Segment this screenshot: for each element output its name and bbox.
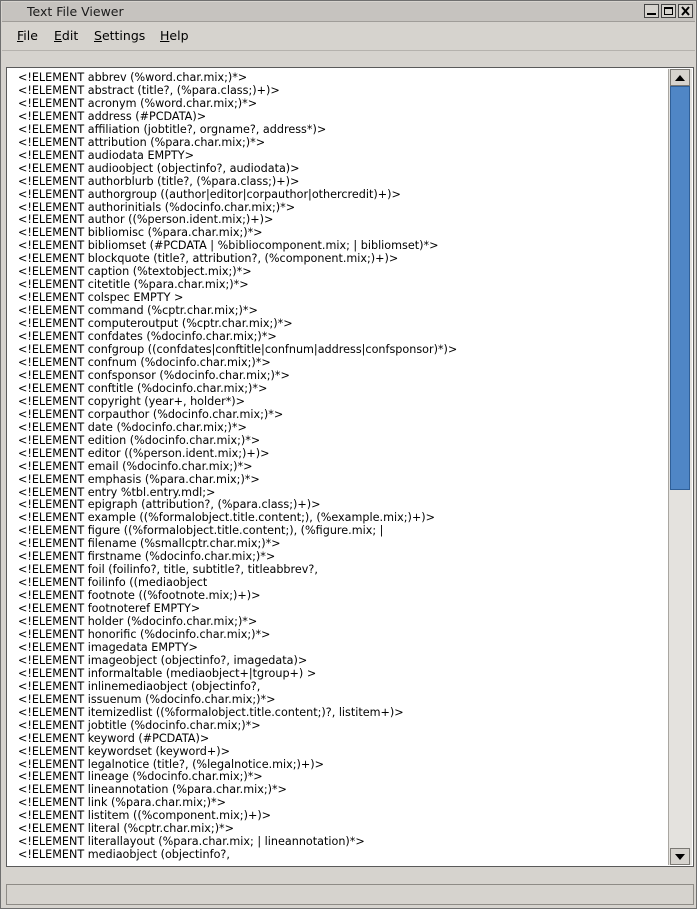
title-bar[interactable]: Text File Viewer (2, 2, 695, 22)
maximize-icon (664, 7, 673, 15)
menu-edit[interactable]: Edit (54, 28, 78, 43)
text-line: <!ELEMENT informaltable (mediaobject+|tg… (18, 666, 317, 680)
text-line: <!ELEMENT mediaobject (objectinfo?, (18, 848, 230, 862)
text-line: <!ELEMENT date (%docinfo.char.mix;)*> (18, 420, 247, 434)
text-line: <!ELEMENT imagedata EMPTY> (18, 640, 198, 654)
text-line: <!ELEMENT corpauthor (%docinfo.char.mix;… (18, 407, 284, 421)
text-line: <!ELEMENT keyword (#PCDATA)> (18, 731, 210, 745)
text-line: <!ELEMENT address (#PCDATA)> (18, 109, 207, 123)
text-line: <!ELEMENT authorblurb (title?, (%para.cl… (18, 174, 300, 188)
text-line: <!ELEMENT itemizedlist ((%formalobject.t… (18, 705, 404, 719)
text-line: <!ELEMENT emphasis (%para.char.mix;)*> (18, 472, 260, 486)
text-content-area[interactable]: <!ELEMENT abbrev (%word.char.mix;)*> <!EL… (8, 69, 668, 865)
menu-bar: File Edit Settings Help (2, 22, 695, 51)
text-line: <!ELEMENT inlinemediaobject (objectinfo?… (18, 679, 261, 693)
text-view: <!ELEMENT abbrev (%word.char.mix;)*> <!EL… (6, 67, 694, 867)
minimize-icon (647, 13, 656, 15)
text-line: <!ELEMENT email (%docinfo.char.mix;)*> (18, 459, 253, 473)
text-line: <!ELEMENT affiliation (jobtitle?, orgnam… (18, 122, 327, 136)
close-icon (681, 6, 690, 16)
text-line: <!ELEMENT jobtitle (%docinfo.char.mix;)*… (18, 718, 261, 732)
maximize-button[interactable] (661, 4, 676, 18)
text-line: <!ELEMENT acronym (%word.char.mix;)*> (18, 96, 258, 110)
text-lines: <!ELEMENT abbrev (%word.char.mix;)*> <!EL… (18, 71, 457, 862)
vertical-scrollbar[interactable] (668, 69, 692, 865)
text-line: <!ELEMENT audiodata EMPTY> (18, 148, 194, 162)
text-line: <!ELEMENT keywordset (keyword+)> (18, 744, 231, 758)
text-line: <!ELEMENT confnum (%docinfo.char.mix;)*> (18, 355, 271, 369)
text-line: <!ELEMENT copyright (year+, holder*)> (18, 394, 246, 408)
text-line: <!ELEMENT imageobject (objectinfo?, imag… (18, 653, 308, 667)
minimize-button[interactable] (644, 4, 659, 18)
scroll-thumb[interactable] (670, 86, 690, 490)
text-line: <!ELEMENT audioobject (objectinfo?, audi… (18, 161, 300, 175)
arrow-down-icon (675, 854, 685, 860)
window-controls (644, 4, 693, 18)
text-line: <!ELEMENT issuenum (%docinfo.char.mix;)*… (18, 692, 276, 706)
scroll-up-button[interactable] (670, 69, 690, 86)
text-line: <!ELEMENT honorific (%docinfo.char.mix;)… (18, 627, 271, 641)
text-line: <!ELEMENT conftitle (%docinfo.char.mix;)… (18, 381, 268, 395)
text-line: <!ELEMENT abstract (title?, (%para.class… (18, 83, 280, 97)
arrow-up-icon (675, 75, 685, 81)
menu-help[interactable]: Help (160, 28, 189, 43)
close-button[interactable] (678, 4, 693, 18)
text-file-viewer-window: Text File Viewer File Edit Settings Help… (0, 0, 697, 909)
status-bar (6, 884, 694, 905)
text-line: <!ELEMENT attribution (%para.char.mix;)*… (18, 135, 266, 149)
scroll-down-button[interactable] (670, 848, 690, 865)
menu-settings[interactable]: Settings (94, 28, 145, 43)
menu-file[interactable]: File (17, 28, 38, 43)
text-line: <!ELEMENT edition (%docinfo.char.mix;)*> (18, 433, 261, 447)
text-line: <!ELEMENT authorgroup ((author|editor|co… (18, 187, 401, 201)
window-title: Text File Viewer (27, 4, 124, 19)
text-line: <!ELEMENT editor ((%person.ident.mix;)+)… (18, 446, 270, 460)
text-line: <!ELEMENT confsponsor (%docinfo.char.mix… (18, 368, 290, 382)
text-line: <!ELEMENT abbrev (%word.char.mix;)*> (18, 71, 248, 84)
